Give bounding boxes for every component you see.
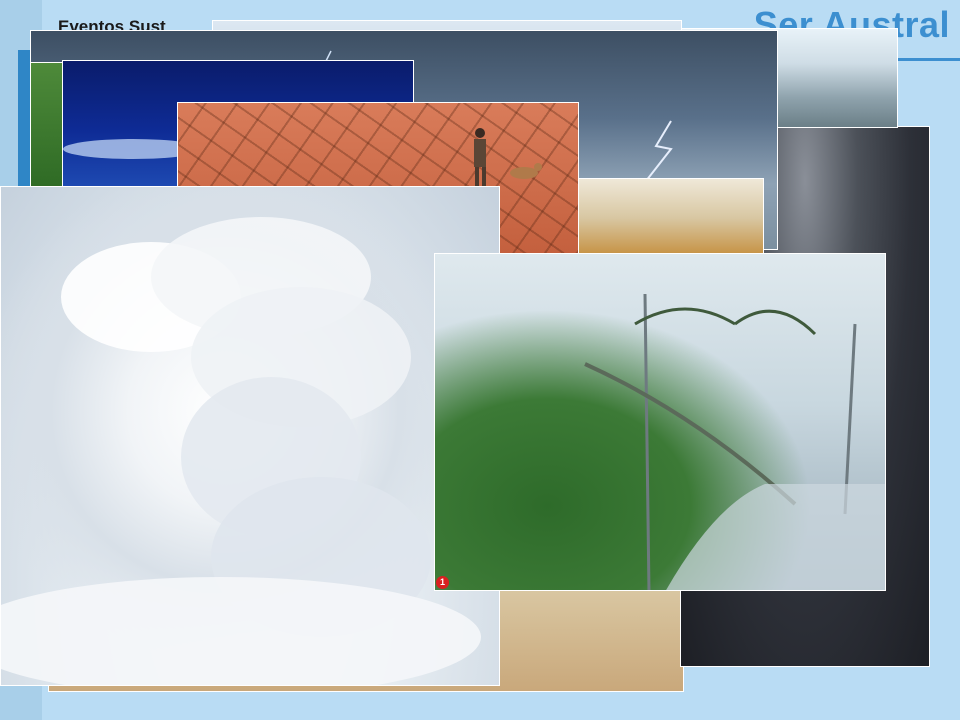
- photo-vegetation[interactable]: [30, 62, 64, 187]
- notification-badge: 1: [436, 576, 449, 589]
- photo-cracked-shore[interactable]: [560, 178, 764, 258]
- palm-trees-icon: [584, 293, 885, 590]
- photo-ash-cloud[interactable]: [0, 186, 500, 686]
- photo-hurricane[interactable]: [434, 253, 886, 591]
- ash-cloud-shape: [1, 217, 481, 685]
